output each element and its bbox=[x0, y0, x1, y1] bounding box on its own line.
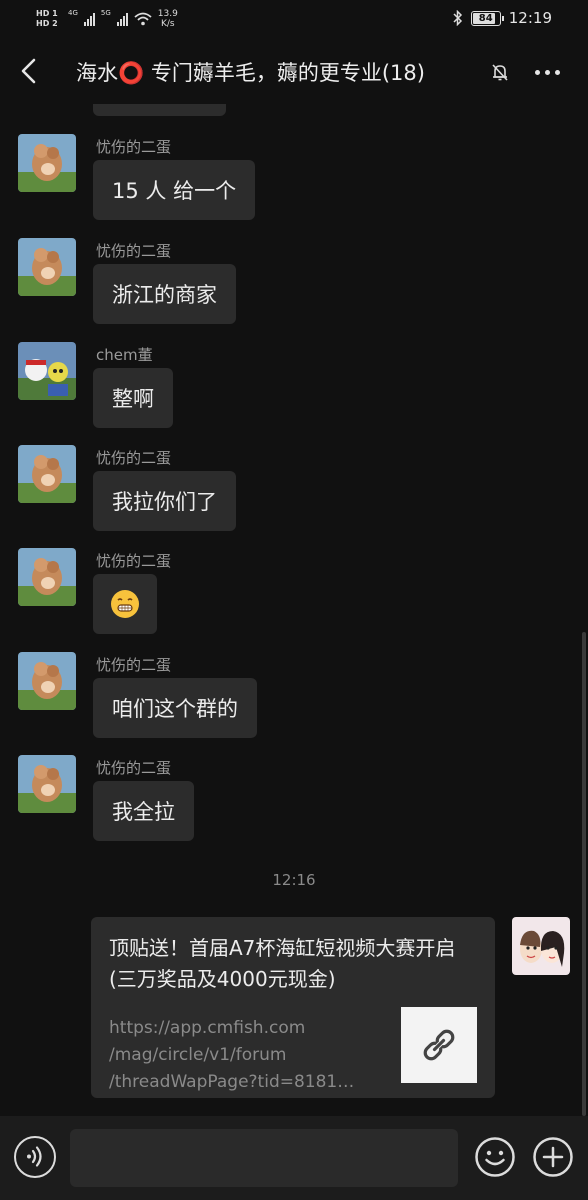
teddy-avatar[interactable] bbox=[18, 445, 76, 503]
bell-muted-icon bbox=[488, 60, 512, 84]
sender-name: 忧伤的二蛋 bbox=[96, 242, 172, 260]
more-dot bbox=[544, 69, 550, 75]
more-dot bbox=[554, 69, 560, 75]
grinning-face-emoji bbox=[111, 590, 139, 618]
signal1-icon bbox=[83, 12, 95, 26]
teddy-avatar[interactable] bbox=[18, 238, 76, 296]
net2-label: 5G bbox=[100, 9, 111, 17]
clock: 12:19 bbox=[508, 9, 552, 27]
message-bubble[interactable]: 咱们这个群的 bbox=[93, 678, 257, 738]
wifi-icon bbox=[134, 12, 152, 26]
back-arrow-icon bbox=[21, 58, 36, 84]
teddy-avatar[interactable] bbox=[18, 755, 76, 813]
battery-level: 84 bbox=[478, 12, 493, 24]
status-right: 84 12:19 bbox=[453, 8, 552, 28]
speed-value: 13.9 bbox=[157, 9, 178, 19]
message-row: chem董 整啊 bbox=[18, 342, 558, 442]
sim2-label: HD 2 bbox=[36, 19, 58, 28]
plus-button[interactable] bbox=[532, 1136, 574, 1178]
more-dot bbox=[534, 69, 540, 75]
chat-title: 海水⭕ 专门薅羊毛，薅的更专业(18) bbox=[76, 61, 425, 85]
message-row: 忧伤的二蛋 bbox=[18, 548, 558, 648]
battery-icon: 84 bbox=[470, 10, 504, 26]
teddy-avatar[interactable] bbox=[18, 548, 76, 606]
sender-name: 忧伤的二蛋 bbox=[96, 759, 172, 777]
net1-label: 4G bbox=[68, 9, 78, 17]
back-button[interactable] bbox=[14, 54, 46, 88]
link-thumbnail bbox=[401, 1007, 477, 1083]
link-url-line: https://app.cmfish.com bbox=[109, 1018, 306, 1038]
scrollbar[interactable] bbox=[582, 632, 586, 1116]
sim1-label: HD 1 bbox=[36, 9, 58, 18]
sender-name: chem董 bbox=[96, 346, 153, 364]
cartoon-avatar[interactable] bbox=[18, 342, 76, 400]
more-button[interactable] bbox=[530, 58, 564, 86]
speed-unit: K/s bbox=[160, 19, 175, 29]
link-icon bbox=[423, 1029, 455, 1061]
message-row: 忧伤的二蛋 浙江的商家 bbox=[18, 238, 558, 338]
message-row: 忧伤的二蛋 我全拉 bbox=[18, 755, 558, 855]
message-bubble[interactable]: 整啊 bbox=[93, 368, 173, 428]
message-row: 忧伤的二蛋 15 人 给一个 bbox=[18, 134, 558, 234]
status-bar: HD 1 HD 2 4G 5G 13.9 K/s 84 12:19 bbox=[0, 0, 588, 38]
message-input[interactable] bbox=[70, 1129, 458, 1187]
my-avatar[interactable] bbox=[512, 917, 570, 975]
voice-icon bbox=[27, 1146, 42, 1167]
link-title: 顶贴送！首届A7杯海缸短视频大赛开启(三万奖品及4000元现金) bbox=[109, 936, 456, 991]
message-bubble[interactable]: 我拉你们了 bbox=[93, 471, 236, 531]
network-speed: 13.9 K/s bbox=[158, 9, 178, 29]
signal2-icon bbox=[116, 12, 128, 26]
sim-indicators: HD 1 HD 2 bbox=[36, 9, 62, 29]
bluetooth-icon bbox=[453, 10, 462, 26]
message-bubble[interactable]: 浙江的商家 bbox=[93, 264, 236, 324]
previous-message-bubble[interactable] bbox=[93, 104, 226, 116]
message-bubble[interactable]: 15 人 给一个 bbox=[93, 160, 256, 220]
status-left: HD 1 HD 2 4G 5G 13.9 K/s bbox=[36, 4, 178, 34]
teddy-avatar[interactable] bbox=[18, 652, 76, 710]
sender-name: 忧伤的二蛋 bbox=[96, 656, 172, 674]
message-bubble[interactable] bbox=[93, 574, 157, 634]
sender-name: 忧伤的二蛋 bbox=[96, 138, 172, 156]
sender-name: 忧伤的二蛋 bbox=[96, 552, 172, 570]
input-bar bbox=[0, 1116, 588, 1200]
teddy-avatar[interactable] bbox=[18, 134, 76, 192]
plus-icon bbox=[533, 1137, 573, 1177]
sender-name: 忧伤的二蛋 bbox=[96, 449, 172, 467]
link-card-message[interactable]: 顶贴送！首届A7杯海缸短视频大赛开启(三万奖品及4000元现金) https:/… bbox=[91, 917, 495, 1098]
emoji-button[interactable] bbox=[474, 1136, 516, 1178]
chat-messages[interactable]: 忧伤的二蛋 15 人 给一个 忧伤的二蛋 浙江的商家 chem董 整啊 忧伤的二… bbox=[0, 104, 588, 1116]
message-row: 忧伤的二蛋 我拉你们了 bbox=[18, 445, 558, 545]
chat-header: 海水⭕ 专门薅羊毛，薅的更专业(18) bbox=[0, 38, 588, 104]
link-url-line: /threadWapPage?tid=8181… bbox=[109, 1072, 355, 1092]
message-row: 忧伤的二蛋 咱们这个群的 bbox=[18, 652, 558, 752]
message-timestamp: 12:16 bbox=[272, 871, 316, 889]
link-url: https://app.cmfish.com /mag/circle/v1/fo… bbox=[109, 1015, 379, 1096]
voice-button[interactable] bbox=[14, 1136, 56, 1178]
link-url-line: /mag/circle/v1/forum bbox=[109, 1045, 287, 1065]
emoji-icon bbox=[475, 1137, 515, 1177]
message-bubble[interactable]: 我全拉 bbox=[93, 781, 194, 841]
